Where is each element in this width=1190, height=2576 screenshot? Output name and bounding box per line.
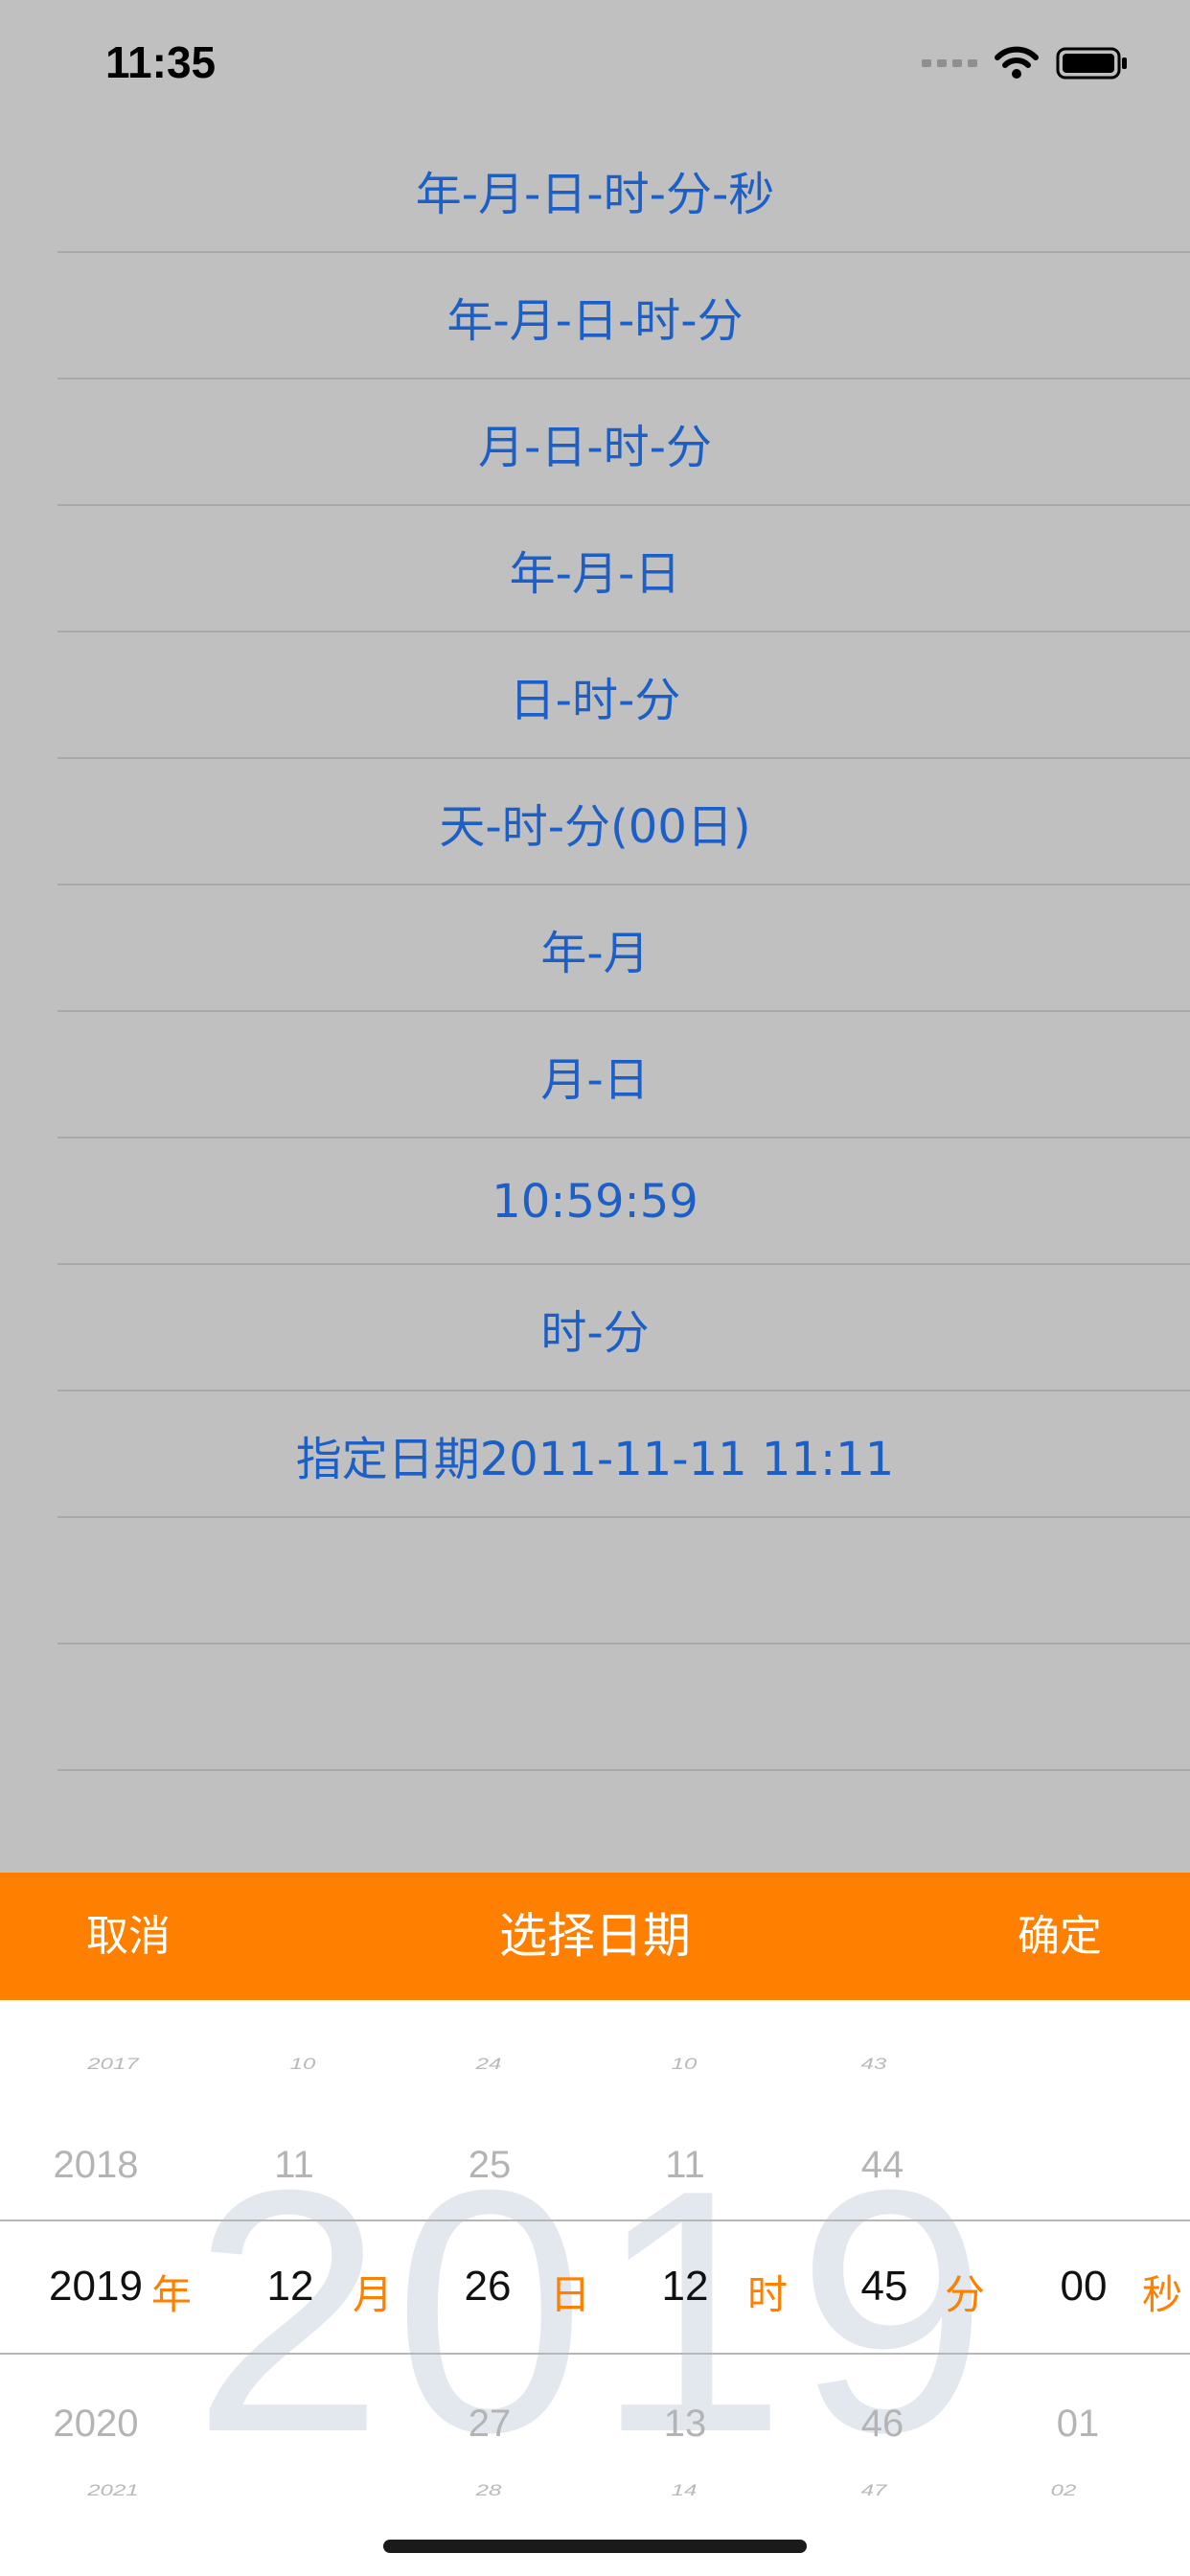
wifi-icon [995, 46, 1039, 79]
date-picker[interactable]: 2019 2017 2018 2019 2020 2021 年 10 11 12… [0, 2000, 1190, 2576]
list-item[interactable]: 年-月-日-时-分-秒 [0, 126, 1190, 253]
picker-toolbar: 取消 选择日期 确定 [0, 1873, 1190, 2000]
minute-option[interactable]: 47 [835, 2481, 912, 2500]
list-item[interactable]: 指定日期2011-11-11 11:11 [0, 1392, 1190, 1518]
status-bar: 11:35 [0, 0, 1190, 126]
list-item[interactable]: 天-时-分(00日) [0, 759, 1190, 886]
second-selected[interactable]: 00 [1041, 2263, 1127, 2311]
list-item[interactable]: 年-月-日 [0, 506, 1190, 632]
picker-title: 选择日期 [499, 1908, 691, 1964]
signal-icon [922, 59, 977, 67]
battery-icon [1056, 47, 1127, 80]
year-option[interactable]: 2021 [38, 2481, 188, 2500]
minute-option[interactable]: 46 [839, 2403, 926, 2446]
second-option[interactable]: 02 [1025, 2481, 1102, 2500]
minute-option[interactable]: 44 [839, 2144, 926, 2187]
month-option[interactable]: 11 [251, 2144, 337, 2187]
selection-line-bottom [0, 2353, 1190, 2355]
list-item[interactable]: 月-日-时-分 [0, 380, 1190, 506]
hour-option[interactable]: 10 [646, 2055, 722, 2074]
month-unit-label: 月 [353, 2271, 394, 2318]
hour-unit-label: 时 [747, 2271, 789, 2318]
minute-selected[interactable]: 45 [841, 2263, 927, 2311]
list-item[interactable]: 日-时-分 [0, 632, 1190, 759]
month-option[interactable]: 10 [264, 2055, 341, 2074]
year-selected[interactable]: 2019 [29, 2263, 163, 2311]
day-option[interactable]: 25 [446, 2144, 533, 2187]
selection-line-top [0, 2220, 1190, 2221]
second-unit-label: 秒 [1142, 2271, 1183, 2318]
second-option[interactable]: 01 [1035, 2403, 1121, 2446]
format-list: 年-月-日-时-分-秒 年-月-日-时-分 月-日-时-分 年-月-日 日-时-… [0, 126, 1190, 1771]
day-option[interactable]: 28 [450, 2481, 527, 2500]
list-item[interactable]: 10:59:59 [0, 1138, 1190, 1265]
hour-selected[interactable]: 12 [642, 2263, 728, 2311]
year-option[interactable]: 2018 [29, 2144, 163, 2187]
hour-option[interactable]: 11 [642, 2144, 728, 2187]
home-indicator[interactable] [383, 2540, 807, 2553]
year-option[interactable]: 2020 [29, 2403, 163, 2446]
day-selected[interactable]: 26 [445, 2263, 531, 2311]
list-item[interactable]: 月-日 [0, 1012, 1190, 1138]
year-unit-label: 年 [151, 2271, 193, 2318]
month-selected[interactable]: 12 [247, 2263, 333, 2311]
year-option[interactable]: 2017 [38, 2055, 188, 2074]
list-item[interactable]: 年-月-日-时-分 [0, 253, 1190, 380]
status-time: 11:35 [105, 37, 217, 87]
day-option[interactable]: 24 [450, 2055, 527, 2074]
list-item[interactable]: 时-分 [0, 1265, 1190, 1392]
list-item-empty[interactable] [0, 1644, 1190, 1771]
hour-option[interactable]: 13 [642, 2403, 728, 2446]
day-unit-label: 日 [550, 2271, 591, 2318]
list-item-empty[interactable] [0, 1518, 1190, 1644]
confirm-button[interactable]: 确定 [1018, 1873, 1102, 2000]
list-item[interactable]: 年-月 [0, 886, 1190, 1012]
minute-unit-label: 分 [945, 2271, 986, 2318]
minute-option[interactable]: 43 [835, 2055, 912, 2074]
status-icons [922, 42, 1129, 84]
hour-option[interactable]: 14 [646, 2481, 722, 2500]
day-option[interactable]: 27 [446, 2403, 533, 2446]
